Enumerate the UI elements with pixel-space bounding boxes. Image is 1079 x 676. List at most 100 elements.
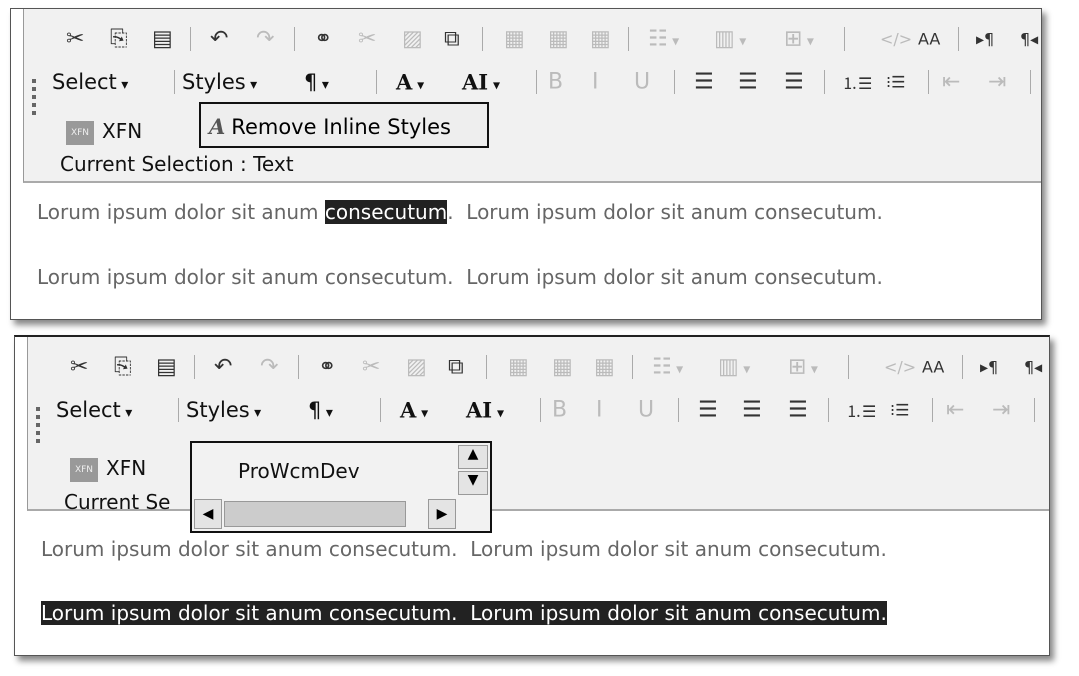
outdent-icon[interactable]: ⇤	[942, 70, 960, 95]
source-icon[interactable]: </>	[884, 358, 916, 377]
ltr-icon[interactable]: ▸¶	[980, 358, 998, 377]
insert-table-icon[interactable]: ▦	[504, 27, 525, 52]
align-left-icon[interactable]: ☰	[698, 398, 718, 423]
toolbar-separator	[848, 355, 849, 379]
align-center-icon[interactable]: ☰	[738, 70, 758, 95]
redo-icon[interactable]: ↷	[256, 27, 274, 52]
underline-icon[interactable]: U	[634, 70, 650, 95]
ordered-list-icon[interactable]: ⒈☰	[842, 70, 872, 94]
toolbar-separator	[294, 27, 295, 51]
scroll-left-button[interactable]: ◀	[194, 499, 222, 529]
bold-icon[interactable]: B	[552, 398, 567, 423]
bold-icon[interactable]: B	[548, 70, 563, 95]
ltr-icon[interactable]: ▸¶	[976, 30, 994, 49]
unordered-list-icon[interactable]: ⁝☰	[886, 73, 905, 92]
cell-properties-icon[interactable]: ▦	[590, 27, 611, 52]
paste-icon[interactable]: ▤	[152, 27, 173, 52]
hyperlink-icon[interactable]: ⚭	[314, 27, 332, 52]
insert-row-icon[interactable]: ☷	[648, 27, 679, 52]
toolbar-separator	[844, 27, 845, 51]
editor-paragraph-2[interactable]: Lorum ipsum dolor sit anum consecutum. L…	[37, 265, 883, 289]
toolbar: ✂⎘▤↶↷⚭✂▨⧉▦▦▦☷▥⊞</>AA▸¶¶◂ SelectStyles¶AA…	[23, 9, 1041, 183]
styles-dropdown[interactable]: Styles	[182, 70, 257, 94]
align-left-icon[interactable]: ☰	[694, 70, 714, 95]
cut-icon[interactable]: ✂	[66, 27, 84, 52]
redo-icon[interactable]: ↷	[260, 355, 278, 380]
insert-column-icon[interactable]: ▥	[714, 27, 746, 52]
paste-from-word-icon[interactable]: ⧉	[448, 355, 464, 380]
scroll-up-button[interactable]: ▲	[458, 445, 488, 469]
remove-link-icon[interactable]: ✂	[358, 27, 376, 52]
toolbar-grip[interactable]	[32, 79, 36, 115]
select-dropdown[interactable]: Select	[52, 70, 128, 94]
split-cell-icon[interactable]: ⊞	[788, 355, 818, 380]
editor-panel-after: ✂ ⎘ ▤ ↶ ↷ ⚭ ✂ ▨ ⧉ ▦ ▦ ▦ ☷ ▥ ⊞ </> AA ▸¶ ¶◂ Select Styles ¶ A A…	[14, 335, 1050, 656]
paragraph-dropdown[interactable]: ¶	[304, 70, 329, 94]
table-properties-icon[interactable]: ▦	[552, 355, 573, 380]
styles-dropdown[interactable]: Styles	[186, 398, 261, 422]
xfn-icon: XFN	[66, 120, 94, 145]
align-center-icon[interactable]: ☰	[742, 398, 762, 423]
toolbar-grip[interactable]	[36, 407, 40, 443]
selected-text[interactable]: consecutum	[324, 200, 448, 224]
horizontal-scroll-thumb[interactable]	[224, 501, 406, 527]
paste-icon[interactable]: ▤	[156, 355, 177, 380]
xfn-icon: XFN	[70, 457, 98, 482]
copy-icon[interactable]: ⎘	[114, 355, 132, 380]
xfn-button[interactable]: XFN XFN	[66, 119, 142, 145]
xfn-button[interactable]: XFN XFN	[70, 456, 146, 482]
toolbar-separator	[962, 355, 963, 379]
popup-option[interactable]: ProWcmDev	[238, 459, 360, 483]
indent-icon[interactable]: ⇥	[988, 70, 1006, 95]
select-dropdown[interactable]: Select	[56, 398, 132, 422]
font-color-dropdown[interactable]: A	[396, 70, 424, 95]
outdent-icon[interactable]: ⇤	[946, 398, 964, 423]
font-size-dropdown[interactable]: AI	[462, 70, 500, 95]
toolbar-separator	[628, 27, 629, 51]
toolbar-separator	[194, 355, 195, 379]
image-icon[interactable]: ▨	[406, 355, 427, 380]
hyperlink-icon[interactable]: ⚭	[318, 355, 336, 380]
font-size-dropdown[interactable]: AI	[466, 398, 504, 423]
rtl-icon[interactable]: ¶◂	[1024, 358, 1042, 377]
remove-styles-icon[interactable]: AA	[918, 30, 940, 49]
toolbar-separator	[190, 27, 191, 51]
italic-icon[interactable]: I	[592, 70, 599, 95]
scroll-right-button[interactable]: ▶	[428, 499, 456, 529]
paragraph-dropdown[interactable]: ¶	[308, 398, 333, 422]
ordered-list-icon[interactable]: ⒈☰	[846, 398, 876, 422]
paste-from-word-icon[interactable]: ⧉	[444, 27, 460, 52]
xfn-dropdown-popup[interactable]: ProWcmDev ▲ ▼ ◀ ▶	[190, 441, 492, 533]
copy-icon[interactable]: ⎘	[110, 27, 128, 52]
align-right-icon[interactable]: ☰	[784, 70, 804, 95]
insert-row-icon[interactable]: ☷	[652, 355, 683, 380]
toolbar-separator	[1034, 398, 1035, 422]
font-color-dropdown[interactable]: A	[400, 398, 428, 423]
toolbar-separator	[958, 27, 959, 51]
undo-icon[interactable]: ↶	[210, 27, 228, 52]
remove-link-icon[interactable]: ✂	[362, 355, 380, 380]
toolbar-separator	[178, 398, 179, 422]
underline-icon[interactable]: U	[638, 398, 654, 423]
italic-icon[interactable]: I	[596, 398, 603, 423]
editor-paragraph-1[interactable]: Lorum ipsum dolor sit anum consecutum. L…	[37, 200, 883, 224]
undo-icon[interactable]: ↶	[214, 355, 232, 380]
align-right-icon[interactable]: ☰	[788, 398, 808, 423]
rtl-icon[interactable]: ¶◂	[1020, 30, 1038, 49]
editor-paragraph-2-selected[interactable]: Lorum ipsum dolor sit anum consecutum. L…	[41, 601, 887, 625]
source-icon[interactable]: </>	[880, 30, 912, 49]
remove-styles-icon[interactable]: AA	[922, 358, 944, 377]
split-cell-icon[interactable]: ⊞	[784, 27, 814, 52]
indent-icon[interactable]: ⇥	[992, 398, 1010, 423]
unordered-list-icon[interactable]: ⁝☰	[890, 401, 909, 420]
cut-icon[interactable]: ✂	[70, 355, 88, 380]
scroll-down-button[interactable]: ▼	[458, 471, 488, 495]
cell-properties-icon[interactable]: ▦	[594, 355, 615, 380]
image-icon[interactable]: ▨	[402, 27, 423, 52]
insert-column-icon[interactable]: ▥	[718, 355, 750, 380]
remove-inline-styles-label: Remove Inline Styles	[231, 115, 451, 139]
editor-paragraph-1[interactable]: Lorum ipsum dolor sit anum consecutum. L…	[41, 537, 887, 561]
insert-table-icon[interactable]: ▦	[508, 355, 529, 380]
remove-inline-styles-button[interactable]: A Remove Inline Styles	[199, 102, 489, 148]
table-properties-icon[interactable]: ▦	[548, 27, 569, 52]
